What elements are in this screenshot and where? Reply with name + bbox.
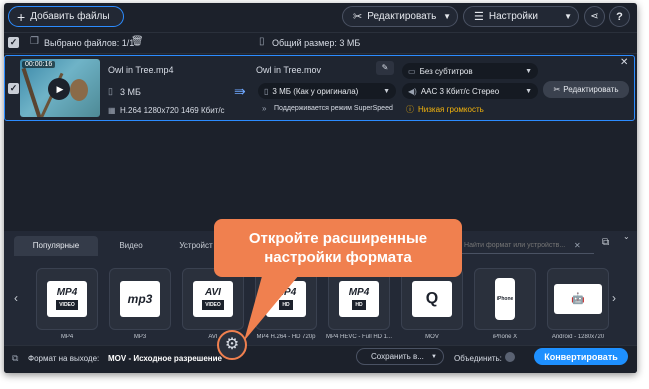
gear-icon: ⚙	[224, 336, 240, 353]
callout-bubble: Откройте расширенные настройки формата	[214, 219, 462, 277]
format-settings-button[interactable]: ⚙	[217, 330, 247, 360]
callout-line1: Откройте расширенные	[248, 230, 428, 247]
callout-line2: настройки формата	[264, 249, 412, 266]
callout-pointer	[244, 269, 304, 341]
app-window: + Добавить файлы ✂ Редактировать ▼ ☰ Нас…	[4, 3, 637, 373]
